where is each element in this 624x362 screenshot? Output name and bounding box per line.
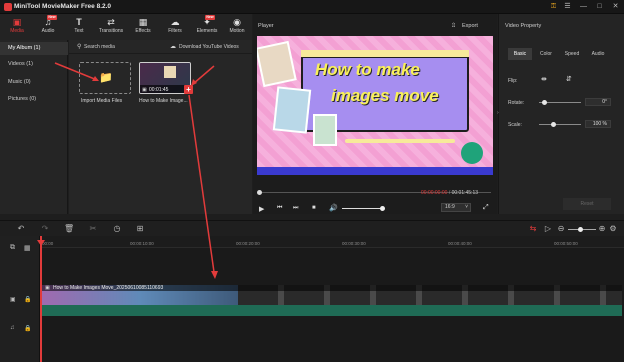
annotation-arrowhead xyxy=(211,271,218,279)
annotation-arrowhead xyxy=(191,79,197,86)
annotation-arrow-to-timeline xyxy=(188,94,215,273)
annotation-arrow-to-add xyxy=(192,65,215,85)
annotation-arrow-to-import xyxy=(54,62,98,81)
annotation-arrows xyxy=(54,62,218,279)
